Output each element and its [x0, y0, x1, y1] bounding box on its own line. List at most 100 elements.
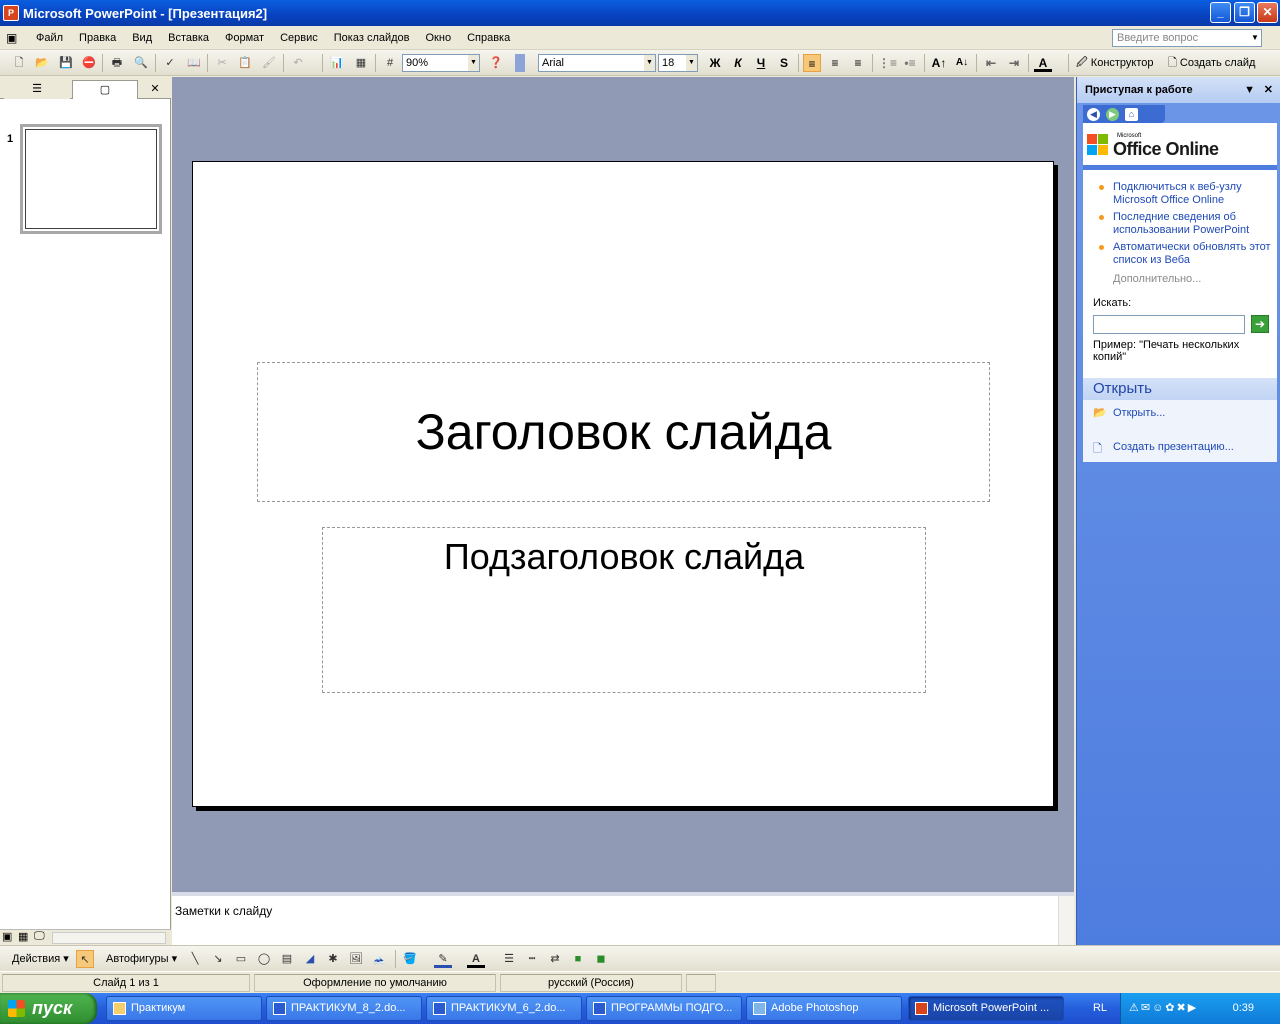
wordart-icon[interactable]: ◢: [301, 950, 319, 968]
menu-help[interactable]: Справка: [459, 32, 518, 44]
restore-button[interactable]: ❐: [1234, 2, 1255, 23]
print-icon[interactable]: 🖶: [108, 54, 126, 72]
underline-button[interactable]: Ч: [752, 54, 770, 72]
outline-tab-icon[interactable]: ☰: [4, 80, 70, 99]
insert-table-icon[interactable]: ▦: [352, 54, 370, 72]
notes-scrollbar[interactable]: [1058, 896, 1074, 945]
title-placeholder[interactable]: Заголовок слайда: [257, 362, 990, 502]
slide-sorter-icon[interactable]: ▦: [18, 930, 28, 943]
undo-icon[interactable]: ↶: [289, 54, 307, 72]
select-pointer-icon[interactable]: ↖: [76, 950, 94, 968]
start-button[interactable]: пуск: [0, 993, 97, 1024]
textbox-icon[interactable]: ▤: [278, 950, 296, 968]
taskbar-item-word-1[interactable]: ПРАКТИКУМ_8_2.do...: [266, 996, 422, 1021]
font-dropdown-icon[interactable]: ▼: [644, 55, 655, 71]
help-icon[interactable]: ❓: [487, 54, 505, 72]
font-size-combo[interactable]: 18 ▼: [658, 54, 698, 72]
menu-edit[interactable]: Правка: [71, 32, 124, 44]
autoshapes-menu[interactable]: Автофигуры ▾: [106, 950, 177, 968]
diagram-icon[interactable]: ✱: [324, 950, 342, 968]
new-slide-button[interactable]: 🗋 Создать слайд: [1168, 54, 1255, 72]
menu-view[interactable]: Вид: [124, 32, 160, 44]
menu-file[interactable]: Файл: [28, 32, 71, 44]
align-center-icon[interactable]: ≡: [826, 54, 844, 72]
numbering-icon[interactable]: ⋮≡: [878, 54, 897, 72]
line-style-icon[interactable]: ☰: [500, 950, 518, 968]
bold-button[interactable]: Ж: [706, 54, 724, 72]
cut-icon[interactable]: ✂: [213, 54, 231, 72]
shadow-button[interactable]: S: [775, 54, 793, 72]
notes-pane[interactable]: Заметки к слайду: [172, 892, 1074, 945]
spelling-icon[interactable]: ✓: [161, 54, 179, 72]
arrow-style-icon[interactable]: ⇄: [546, 950, 564, 968]
ask-question-input[interactable]: Введите вопрос ▼: [1112, 29, 1262, 47]
grid-icon[interactable]: #: [381, 54, 399, 72]
zoom-dropdown-icon[interactable]: ▼: [468, 55, 479, 71]
menu-tools[interactable]: Сервис: [272, 32, 326, 44]
save-icon[interactable]: 💾: [57, 54, 75, 72]
slideshow-view-icon[interactable]: 🖵: [34, 930, 45, 943]
insert-chart-icon[interactable]: 📊: [328, 54, 346, 72]
arrow-icon[interactable]: ↘: [209, 950, 227, 968]
document-icon[interactable]: ▣: [0, 31, 28, 45]
designer-button[interactable]: 🖉 Конструктор: [1076, 54, 1154, 72]
close-pane-icon[interactable]: ✕: [146, 80, 164, 99]
paste-icon[interactable]: 📋: [236, 54, 254, 72]
link-latest-news[interactable]: Последние сведения об использовании Powe…: [1097, 211, 1273, 237]
format-painter-icon[interactable]: 🖌: [260, 54, 278, 72]
picture-icon[interactable]: 🗻: [370, 950, 388, 968]
bullets-icon[interactable]: •≡: [901, 54, 919, 72]
dash-style-icon[interactable]: ┅: [523, 950, 541, 968]
decrease-font-icon[interactable]: A↓: [953, 54, 971, 72]
taskbar-item-word-2[interactable]: ПРАКТИКУМ_6_2.do...: [426, 996, 582, 1021]
slide-thumbnail[interactable]: [20, 124, 162, 234]
italic-button[interactable]: К: [729, 54, 747, 72]
clipart-icon[interactable]: 🖼: [347, 950, 365, 968]
subtitle-placeholder[interactable]: Подзаголовок слайда: [322, 527, 926, 693]
language-indicator[interactable]: RL: [1087, 993, 1113, 1024]
search-go-icon[interactable]: ➔: [1251, 315, 1269, 333]
rectangle-icon[interactable]: ▭: [232, 950, 250, 968]
ask-dropdown-icon[interactable]: ▼: [1249, 30, 1261, 46]
status-design[interactable]: Оформление по умолчанию: [254, 974, 496, 992]
shadow-style-icon[interactable]: ■: [569, 950, 587, 968]
taskbar-item-word-3[interactable]: ПРОГРАММЫ ПОДГО...: [586, 996, 742, 1021]
powerpoint-icon[interactable]: P: [3, 5, 19, 21]
minimize-button[interactable]: _: [1210, 2, 1231, 23]
taskbar-item-powerpoint[interactable]: Microsoft PowerPoint ...: [908, 996, 1064, 1021]
research-icon[interactable]: 📖: [185, 54, 203, 72]
decrease-indent-icon[interactable]: ⇤: [982, 54, 1000, 72]
more-link[interactable]: Дополнительно...: [1113, 273, 1201, 285]
task-pane-dropdown-icon[interactable]: ▼: [1244, 77, 1255, 103]
line-icon[interactable]: ╲: [186, 950, 204, 968]
menu-insert[interactable]: Вставка: [160, 32, 217, 44]
align-right-icon[interactable]: ≡: [849, 54, 867, 72]
home-icon[interactable]: ⌂: [1125, 107, 1138, 121]
menu-format[interactable]: Формат: [217, 32, 272, 44]
font-combo[interactable]: Arial ▼: [538, 54, 656, 72]
slide-canvas[interactable]: Заголовок слайда Подзаголовок слайда: [192, 161, 1054, 807]
taskbar-item-photoshop[interactable]: Adobe Photoshop: [746, 996, 902, 1021]
forward-icon[interactable]: ▶: [1106, 107, 1119, 121]
font-color-icon[interactable]: A: [1034, 54, 1052, 72]
increase-indent-icon[interactable]: ⇥: [1005, 54, 1023, 72]
new-icon[interactable]: 🗋: [10, 54, 28, 72]
oval-icon[interactable]: ◯: [255, 950, 273, 968]
normal-view-icon[interactable]: ▣: [2, 930, 12, 943]
menu-window[interactable]: Окно: [418, 32, 460, 44]
line-color-icon[interactable]: ✎: [434, 950, 452, 968]
close-button[interactable]: ✕: [1257, 2, 1278, 23]
font-color-draw-icon[interactable]: A: [467, 950, 485, 968]
open-folder-icon[interactable]: 📂: [33, 54, 51, 72]
menu-slideshow[interactable]: Показ слайдов: [326, 32, 418, 44]
taskbar-item-praktikum[interactable]: Практикум: [106, 996, 262, 1021]
permission-icon[interactable]: ⛔: [80, 54, 98, 72]
search-input[interactable]: [1093, 315, 1245, 334]
zoom-combo[interactable]: 90% ▼: [402, 54, 480, 72]
link-connect-office-online[interactable]: Подключиться к веб-узлу Microsoft Office…: [1097, 181, 1273, 207]
font-size-dropdown-icon[interactable]: ▼: [686, 55, 697, 71]
print-preview-icon[interactable]: 🔍: [132, 54, 150, 72]
align-left-icon[interactable]: ≡: [803, 54, 821, 72]
link-auto-update[interactable]: Автоматически обновлять этот список из В…: [1097, 241, 1273, 267]
back-icon[interactable]: ◀: [1087, 107, 1100, 121]
